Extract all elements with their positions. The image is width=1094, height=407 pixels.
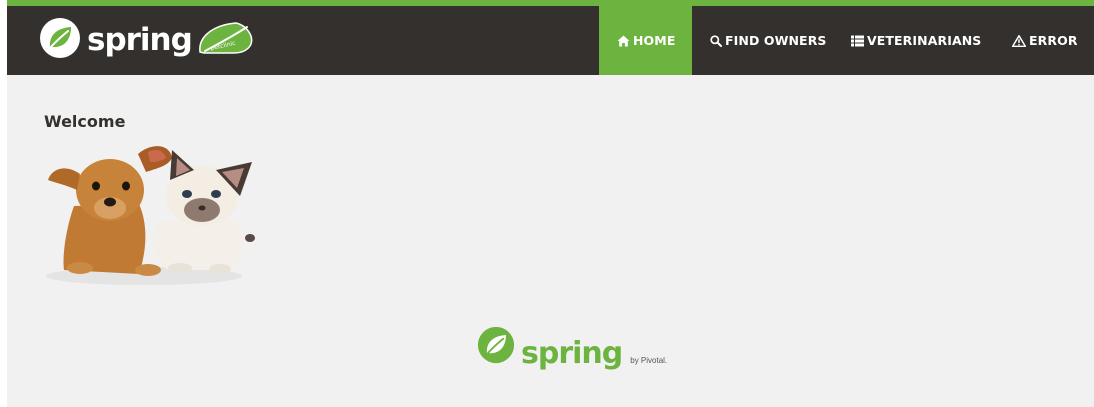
petclinic-leaf-badge-icon: petclinic — [196, 18, 256, 63]
spring-leaf-icon — [39, 17, 81, 64]
nav-veterinarians[interactable]: VETERINARIANS — [837, 6, 992, 75]
puppy-and-kitten-image — [44, 138, 260, 293]
nav-veterinarians-label: VETERINARIANS — [867, 33, 982, 48]
navbar: spring petclinic HOME FIND OWNERS VETERI… — [7, 6, 1094, 75]
warning-icon — [1012, 34, 1026, 47]
footer-spring-logo[interactable]: spring by Pivotal. — [477, 326, 667, 369]
list-icon — [851, 35, 864, 47]
footer-spring-leaf-icon — [477, 326, 515, 369]
page-title: Welcome — [44, 112, 126, 131]
nav-find-owners[interactable]: FIND OWNERS — [692, 6, 837, 75]
nav-home[interactable]: HOME — [599, 6, 692, 75]
footer-spring-text: spring — [521, 336, 623, 371]
brand-text: spring — [87, 21, 193, 58]
nav-error[interactable]: ERROR — [992, 6, 1094, 75]
nav-error-label: ERROR — [1029, 33, 1078, 48]
nav-home-label: HOME — [633, 33, 676, 48]
search-icon — [710, 34, 722, 47]
nav-find-owners-label: FIND OWNERS — [725, 33, 827, 48]
page-frame: spring petclinic HOME FIND OWNERS VETERI… — [7, 0, 1094, 407]
home-icon — [617, 35, 630, 47]
main-nav: HOME FIND OWNERS VETERINARIANS ERROR — [599, 6, 1094, 75]
footer-pivotal-text: by Pivotal. — [630, 356, 668, 365]
brand-logo[interactable]: spring petclinic — [39, 17, 256, 63]
